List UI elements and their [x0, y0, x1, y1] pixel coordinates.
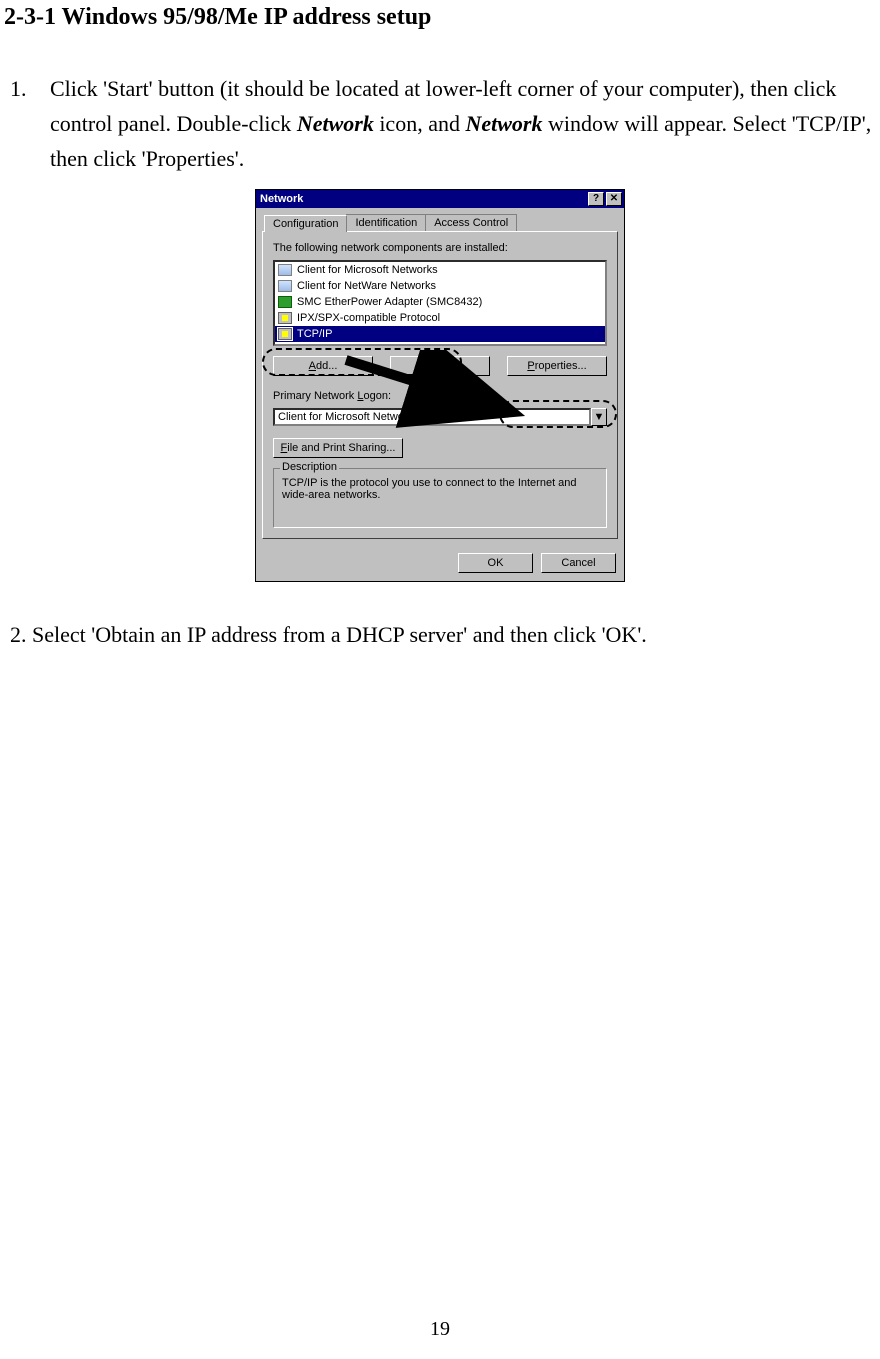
file-print-sharing-button[interactable]: File and Print Sharing... [273, 438, 403, 458]
list-item[interactable]: SMC EtherPower Adapter (SMC8432) [275, 294, 605, 310]
protocol-icon [277, 327, 293, 341]
list-item-label: TCP/IP [297, 328, 332, 340]
step-1-em2: Network [465, 111, 542, 136]
description-group: Description TCP/IP is the protocol you u… [273, 468, 607, 528]
list-item[interactable]: Client for Microsoft Networks [275, 262, 605, 278]
step-1-body: Click 'Start' button (it should be locat… [50, 71, 876, 177]
list-item[interactable]: IPX/SPX-compatible Protocol [275, 310, 605, 326]
step-1-em1: Network [297, 111, 374, 136]
step-1-number: 1. [10, 71, 50, 177]
dialog-title: Network [260, 193, 303, 205]
list-item-label: Client for Microsoft Networks [297, 264, 438, 276]
description-label: Description [280, 461, 339, 473]
tab-identification[interactable]: Identification [346, 214, 426, 231]
close-button[interactable]: ✕ [606, 192, 622, 206]
list-item-label: Client for NetWare Networks [297, 280, 436, 292]
list-item-label: IPX/SPX-compatible Protocol [297, 312, 440, 324]
list-item-tcpip[interactable]: TCP/IP [275, 326, 605, 342]
remove-button[interactable]: Remove [390, 356, 490, 376]
components-label: The following network components are ins… [273, 242, 607, 254]
description-text: TCP/IP is the protocol you use to connec… [282, 477, 598, 501]
chevron-down-icon[interactable]: ▼ [591, 408, 607, 426]
primary-logon-value: Client for Microsoft Networks [273, 408, 591, 426]
page-number: 19 [0, 1318, 880, 1341]
properties-button[interactable]: Properties... [507, 356, 607, 376]
client-icon [277, 279, 293, 293]
primary-logon-dropdown[interactable]: Client for Microsoft Networks ▼ [273, 408, 607, 426]
ok-button[interactable]: OK [458, 553, 533, 573]
cancel-button[interactable]: Cancel [541, 553, 616, 573]
titlebar: Network ? ✕ [256, 190, 624, 208]
help-button[interactable]: ? [588, 192, 604, 206]
network-dialog: Network ? ✕ Configuration Identification… [255, 189, 625, 582]
tab-access-control[interactable]: Access Control [425, 214, 517, 231]
tab-configuration[interactable]: Configuration [264, 215, 347, 232]
list-item-label: SMC EtherPower Adapter (SMC8432) [297, 296, 482, 308]
protocol-icon [277, 311, 293, 325]
add-button[interactable]: Add... [273, 356, 373, 376]
client-icon [277, 263, 293, 277]
step-2: 2. Select 'Obtain an IP address from a D… [10, 622, 876, 648]
step-1-text-mid: icon, and [374, 111, 466, 136]
adapter-icon [277, 295, 293, 309]
section-title: 2-3-1 Windows 95/98/Me IP address setup [4, 4, 876, 31]
components-listbox[interactable]: Client for Microsoft Networks Client for… [273, 260, 607, 346]
step-1: 1. Click 'Start' button (it should be lo… [10, 71, 876, 177]
primary-logon-label: Primary Network Logon: [273, 390, 607, 402]
list-item[interactable]: Client for NetWare Networks [275, 278, 605, 294]
tab-strip: Configuration Identification Access Cont… [262, 214, 618, 231]
